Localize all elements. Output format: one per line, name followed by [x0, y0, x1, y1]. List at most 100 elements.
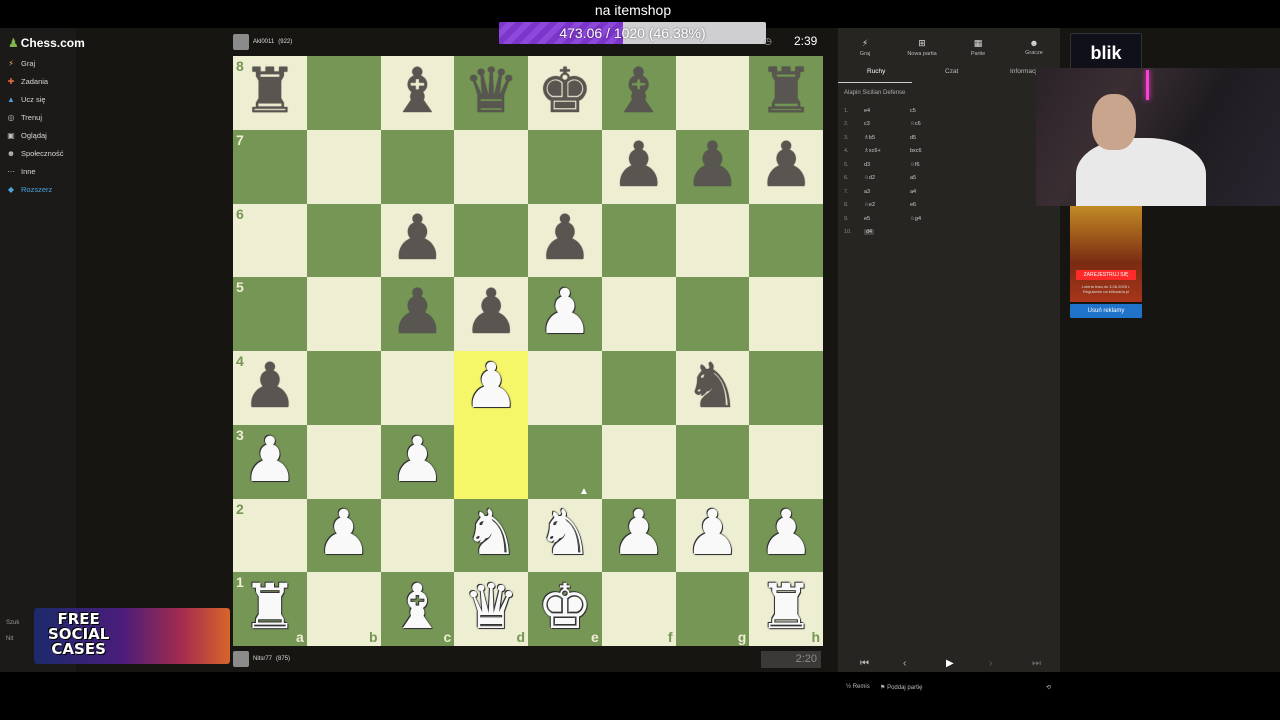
square-f7[interactable]: ♟ [601, 129, 676, 204]
next-move-button[interactable]: › [989, 658, 992, 669]
resign-button[interactable]: ⚑ Poddaj partię [880, 684, 922, 691]
last-move-button[interactable]: ⏭ [1032, 658, 1041, 669]
black-pawn-icon[interactable]: ♟ [463, 281, 519, 343]
square-g1[interactable]: g [675, 572, 750, 646]
square-h3[interactable] [749, 424, 823, 499]
white-rook-icon[interactable]: ♜ [758, 576, 814, 638]
square-b8[interactable] [306, 56, 381, 130]
square-b6[interactable] [306, 203, 381, 278]
white-pawn-icon[interactable]: ♟ [316, 502, 372, 564]
white-bishop-icon[interactable]: ♝ [390, 576, 446, 638]
square-g3[interactable] [675, 424, 750, 499]
square-e5[interactable]: ♟ [528, 277, 602, 351]
square-b1[interactable]: b [306, 572, 381, 646]
square-a1[interactable]: 1 a ♜ [233, 572, 307, 646]
black-king-icon[interactable]: ♚ [537, 59, 593, 122]
black-move[interactable]: c5 [910, 108, 970, 114]
sidebar-item-graj[interactable]: ⚡ Graj [6, 56, 35, 70]
white-rook-icon[interactable]: ♜ [242, 576, 298, 638]
black-move[interactable]: d5 [910, 135, 970, 141]
square-e2[interactable]: ♞ [528, 498, 602, 573]
square-c5[interactable]: ♟ [380, 277, 455, 351]
white-move[interactable]: e4 [864, 108, 910, 114]
square-b4[interactable] [306, 351, 381, 425]
white-move[interactable]: e5 [864, 216, 910, 222]
square-a5[interactable]: 5 [233, 277, 307, 351]
square-a3[interactable]: 3 ♟ [233, 424, 307, 499]
panel-players-button[interactable]: ☻ Gracze [1009, 38, 1059, 56]
black-move[interactable]: a5 [910, 175, 970, 181]
sidebar-item-trenuj[interactable]: ◎ Trenuj [6, 110, 42, 124]
square-a2[interactable]: 2 [233, 498, 307, 573]
square-c6[interactable]: ♟ [380, 203, 455, 278]
black-rook-icon[interactable]: ♜ [758, 59, 814, 122]
black-pawn-icon[interactable]: ♟ [242, 354, 298, 417]
square-g4[interactable]: ♞ [675, 351, 750, 425]
square-g2[interactable]: ♟ [675, 498, 750, 573]
black-move[interactable]: a4 [910, 189, 970, 195]
chess-board[interactable]: 8 ♜ ♝ ♛ ♚ ♝ ♜ 7 ♟ ♟ ♟ 6 ♟ ♟ 5 ♟ ♟ ♟ 4 ♟ ♟ ♞ 3 ♟ ♟ 2 ♟ ♞ ♞ ♟ ♟ ♟ 1 a ♜ b c ♝ d ♛… [233, 56, 823, 646]
black-queen-icon[interactable]: ♛ [463, 59, 519, 122]
square-e8[interactable]: ♚ [528, 56, 602, 130]
square-f3[interactable] [601, 424, 676, 499]
black-move[interactable]: ♘c6 [910, 121, 970, 127]
chess-logo[interactable]: ♟ Chess.com [8, 36, 85, 50]
square-f5[interactable] [601, 277, 676, 351]
square-g7[interactable]: ♟ [675, 129, 750, 204]
blik-ad[interactable]: blik [1070, 33, 1142, 71]
bottom-player[interactable]: Nitsr77 (875) [233, 650, 290, 668]
flip-board-button[interactable]: ⟲ [1046, 684, 1051, 691]
square-e4[interactable] [528, 351, 602, 425]
square-h1[interactable]: h ♜ [749, 572, 823, 646]
black-pawn-icon[interactable]: ♟ [390, 281, 446, 343]
square-f4[interactable] [601, 351, 676, 425]
top-player[interactable]: Akl0011 (922) [233, 33, 292, 51]
white-move[interactable]: d4 [864, 229, 910, 235]
black-move[interactable]: bxc6 [910, 148, 970, 154]
square-e6[interactable]: ♟ [528, 203, 602, 278]
black-pawn-icon[interactable]: ♟ [390, 207, 446, 269]
first-move-button[interactable]: ⏮ [860, 658, 869, 669]
white-pawn-icon[interactable]: ♟ [537, 281, 593, 343]
white-king-icon[interactable]: ♚ [537, 576, 593, 638]
black-bishop-icon[interactable]: ♝ [611, 59, 667, 122]
panel-graj-button[interactable]: ⚡ Graj [840, 38, 890, 57]
square-g5[interactable] [675, 277, 750, 351]
square-c1[interactable]: c ♝ [380, 572, 455, 646]
black-rook-icon[interactable]: ♜ [242, 59, 298, 122]
square-e3[interactable] [528, 424, 602, 499]
square-c8[interactable]: ♝ [380, 56, 455, 130]
panel-games-button[interactable]: ▦ Partie [953, 38, 1003, 57]
prev-move-button[interactable]: ‹ [903, 658, 906, 669]
square-f1[interactable]: f [601, 572, 676, 646]
white-knight-icon[interactable]: ♞ [463, 502, 519, 564]
sidebar-item-inne[interactable]: ⋯ Inne [6, 164, 36, 178]
square-d1[interactable]: d ♛ [454, 572, 528, 646]
lottery-ad[interactable]: ZAREJESTRUJ SIĘ Loteria trwa do 3.06.202… [1070, 206, 1142, 302]
square-c3[interactable]: ♟ [380, 424, 455, 499]
black-bishop-icon[interactable]: ♝ [390, 59, 446, 122]
square-d4[interactable]: ♟ [454, 351, 528, 425]
white-move[interactable]: ♘e2 [864, 202, 910, 208]
square-b7[interactable] [306, 129, 381, 204]
black-pawn-icon[interactable]: ♟ [537, 207, 593, 269]
white-move[interactable]: ♘d2 [864, 175, 910, 181]
white-pawn-icon[interactable]: ♟ [758, 502, 814, 564]
square-d6[interactable] [454, 203, 528, 278]
black-pawn-icon[interactable]: ♟ [611, 133, 667, 196]
black-move[interactable]: ♘f6 [910, 162, 970, 168]
black-move[interactable]: ♘g4 [910, 216, 970, 222]
tab-chat[interactable]: Czat [945, 68, 958, 75]
sidebar-user-text[interactable]: Nit [6, 636, 13, 642]
white-move[interactable]: d3 [864, 162, 910, 168]
square-b3[interactable] [306, 424, 381, 499]
draw-button[interactable]: ½ Remis [846, 684, 870, 690]
square-h8[interactable]: ♜ [749, 56, 823, 130]
white-pawn-icon[interactable]: ♟ [242, 428, 298, 491]
white-move[interactable]: c3 [864, 121, 910, 127]
sidebar-item-ucz-sie[interactable]: ▲ Ucz się [6, 92, 46, 106]
panel-new-game-button[interactable]: ⊞ Nowa partia [897, 38, 947, 57]
square-c4[interactable] [380, 351, 455, 425]
white-move[interactable]: ♗b5 [864, 135, 910, 141]
white-pawn-icon[interactable]: ♟ [390, 428, 446, 491]
